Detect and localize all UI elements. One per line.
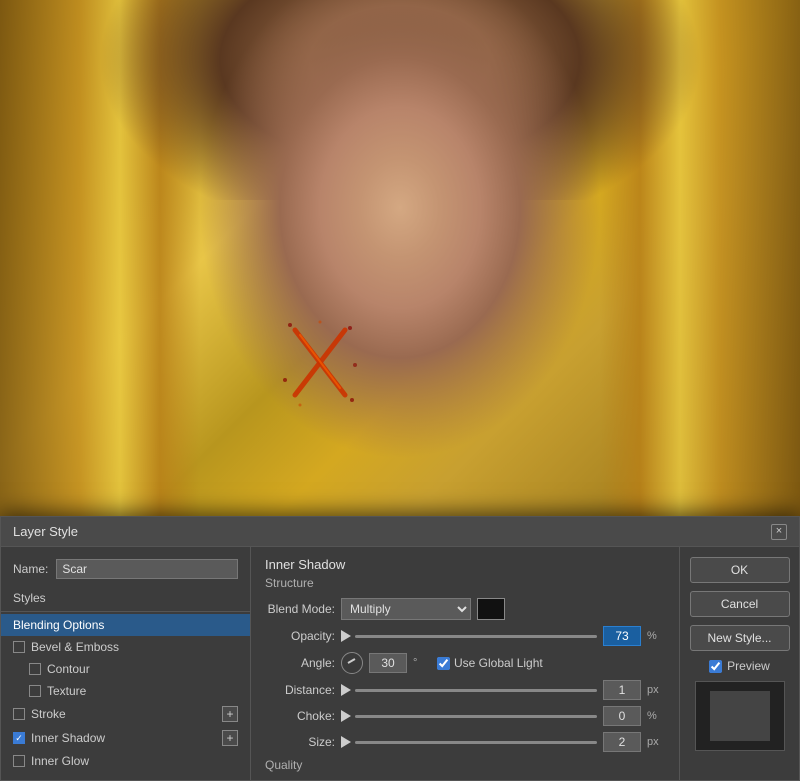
blend-mode-select[interactable]: Multiply Normal Screen Overlay: [341, 598, 471, 620]
distance-unit: px: [647, 684, 665, 696]
stroke-checkbox[interactable]: [13, 708, 25, 720]
blend-mode-label: Blend Mode:: [265, 602, 335, 616]
blend-color-swatch[interactable]: [477, 598, 505, 620]
size-track: [355, 741, 597, 744]
portrait-face: [150, 0, 650, 520]
scar-effect: [280, 320, 360, 410]
layer-item-blending-options[interactable]: Blending Options: [1, 614, 250, 636]
choke-label: Choke:: [265, 709, 335, 723]
size-row: Size: px: [265, 732, 665, 752]
layer-item-contour[interactable]: Contour: [1, 658, 250, 680]
name-label: Name:: [13, 562, 48, 576]
choke-unit: %: [647, 710, 665, 722]
inner-glow-checkbox[interactable]: [13, 755, 25, 767]
opacity-input[interactable]: [603, 626, 641, 646]
quality-section: Quality: [265, 758, 665, 772]
contour-checkbox[interactable]: [29, 663, 41, 675]
angle-indicator: [348, 658, 356, 664]
choke-input[interactable]: [603, 706, 641, 726]
opacity-unit: %: [647, 630, 665, 642]
choke-slider-thumb[interactable]: [341, 710, 351, 722]
distance-input[interactable]: [603, 680, 641, 700]
layer-item-texture[interactable]: Texture: [1, 680, 250, 702]
blend-mode-row: Blend Mode: Multiply Normal Screen Overl…: [265, 598, 665, 620]
preview-inner: [710, 691, 770, 741]
inner-glow-label: Inner Glow: [31, 754, 89, 768]
contour-label: Contour: [47, 662, 90, 676]
size-slider-thumb[interactable]: [341, 736, 351, 748]
global-light-check[interactable]: Use Global Light: [437, 656, 543, 670]
opacity-track: [355, 635, 597, 638]
styles-header: Styles: [1, 587, 250, 609]
inner-shadow-label: Inner Shadow: [31, 731, 105, 745]
distance-slider-thumb[interactable]: [341, 684, 351, 696]
middle-panel: Inner Shadow Structure Blend Mode: Multi…: [251, 547, 679, 780]
texture-label: Texture: [47, 684, 86, 698]
name-row: Name:: [1, 555, 250, 587]
close-button[interactable]: ×: [771, 524, 787, 540]
preview-label: Preview: [727, 659, 770, 673]
size-label: Size:: [265, 735, 335, 749]
bevel-emboss-label: Bevel & Emboss: [31, 640, 119, 654]
global-light-checkbox[interactable]: [437, 657, 450, 670]
ok-button[interactable]: OK: [690, 557, 790, 583]
section-title: Inner Shadow: [265, 557, 665, 572]
inner-shadow-checkbox[interactable]: [13, 732, 25, 744]
distance-track: [355, 689, 597, 692]
angle-input[interactable]: [369, 653, 407, 673]
texture-checkbox[interactable]: [29, 685, 41, 697]
blending-options-label: Blending Options: [13, 618, 104, 632]
stroke-add-button[interactable]: +: [222, 706, 238, 722]
layer-item-stroke[interactable]: Stroke +: [1, 702, 250, 726]
cancel-button[interactable]: Cancel: [690, 591, 790, 617]
distance-label: Distance:: [265, 683, 335, 697]
angle-label: Angle:: [265, 656, 335, 670]
right-panel: OK Cancel New Style... Preview: [679, 547, 799, 780]
angle-unit: °: [413, 657, 431, 669]
dialog-title: Layer Style: [13, 524, 78, 539]
dialog-content: Name: Styles Blending Options Bevel & Em…: [1, 547, 799, 780]
size-input[interactable]: [603, 732, 641, 752]
size-unit: px: [647, 736, 665, 748]
layer-item-bevel-emboss[interactable]: Bevel & Emboss: [1, 636, 250, 658]
layer-item-inner-glow[interactable]: Inner Glow: [1, 750, 250, 772]
angle-dial[interactable]: [341, 652, 363, 674]
new-style-button[interactable]: New Style...: [690, 625, 790, 651]
choke-track: [355, 715, 597, 718]
preview-check-label[interactable]: Preview: [709, 659, 770, 673]
opacity-slider-thumb[interactable]: [341, 630, 351, 642]
layer-item-inner-shadow[interactable]: Inner Shadow +: [1, 726, 250, 750]
global-light-label: Use Global Light: [454, 656, 543, 670]
section-subtitle: Structure: [265, 576, 665, 590]
layer-style-dialog: Layer Style × Name: Styles Blending Opti…: [0, 516, 800, 781]
preview-checkbox[interactable]: [709, 660, 722, 673]
inner-shadow-add-button[interactable]: +: [222, 730, 238, 746]
stroke-label: Stroke: [31, 707, 66, 721]
quality-label: Quality: [265, 758, 302, 772]
opacity-row: Opacity: %: [265, 626, 665, 646]
left-panel: Name: Styles Blending Options Bevel & Em…: [1, 547, 251, 780]
background-image: [0, 0, 800, 520]
name-input[interactable]: [56, 559, 238, 579]
angle-row: Angle: ° Use Global Light: [265, 652, 665, 674]
preview-thumbnail: [695, 681, 785, 751]
dialog-titlebar: Layer Style ×: [1, 517, 799, 547]
bevel-emboss-checkbox[interactable]: [13, 641, 25, 653]
opacity-label: Opacity:: [265, 629, 335, 643]
distance-row: Distance: px: [265, 680, 665, 700]
choke-row: Choke: %: [265, 706, 665, 726]
